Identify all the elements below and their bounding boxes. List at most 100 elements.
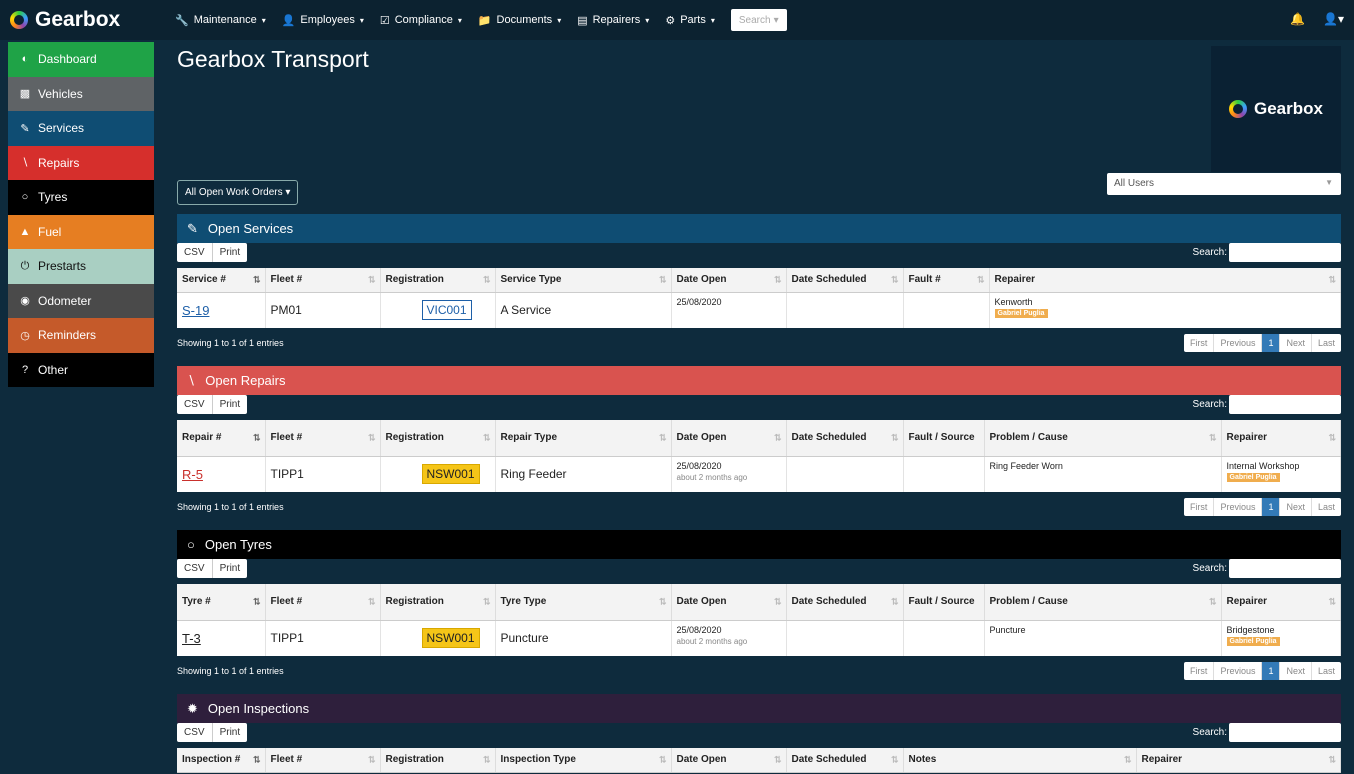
pager-page[interactable]: 1 — [1262, 334, 1281, 352]
pager-previous[interactable]: Previous — [1214, 334, 1263, 352]
column-header[interactable]: Fleet # ⇅ — [265, 584, 381, 621]
pager-last[interactable]: Last — [1312, 498, 1341, 516]
table-toolbar: CSV Print Search: — [177, 559, 1341, 581]
search-input[interactable] — [1229, 559, 1341, 578]
question-icon: ? — [21, 363, 29, 376]
column-header[interactable]: Fleet # ⇅ — [265, 420, 381, 457]
print-button[interactable]: Print — [213, 395, 248, 414]
pager-page[interactable]: 1 — [1262, 498, 1281, 516]
print-button[interactable]: Print — [213, 559, 248, 578]
sidebar-item-reminders[interactable]: ◷ Reminders — [8, 318, 154, 353]
search-input[interactable] — [1229, 723, 1341, 742]
nav-employees[interactable]: 👤 Employees ▾ — [282, 14, 364, 27]
column-header[interactable]: Service # ⇅ — [177, 268, 266, 293]
column-header[interactable]: Date Open ⇅ — [671, 420, 787, 457]
nav-compliance[interactable]: ☑ Compliance ▾ — [380, 14, 462, 27]
column-header[interactable]: Fleet # ⇅ — [265, 748, 381, 773]
column-header[interactable]: Inspection # ⇅ — [177, 748, 266, 773]
nav-repairers[interactable]: ▤ Repairers ▾ — [577, 14, 649, 27]
search-input[interactable] — [1229, 395, 1341, 414]
screwdriver-icon: ∖ — [187, 372, 196, 388]
column-header[interactable]: Repairer ⇅ — [989, 268, 1341, 293]
sidebar-item-repairs[interactable]: ∖ Repairs — [8, 145, 154, 180]
column-header[interactable]: Date Scheduled ⇅ — [786, 584, 904, 621]
column-header[interactable]: Fault / Source — [903, 420, 985, 457]
sidebar-item-fuel[interactable]: ▲ Fuel — [8, 214, 154, 249]
column-header[interactable]: Fault / Source — [903, 584, 985, 621]
pager-page[interactable]: 1 — [1262, 662, 1281, 680]
dashboard-icon: ◉ — [20, 295, 30, 308]
brand[interactable]: Gearbox — [0, 8, 155, 32]
nav-parts[interactable]: ⚙ Parts ▾ — [665, 14, 715, 27]
pager-next[interactable]: Next — [1280, 662, 1312, 680]
column-header[interactable]: Repairer ⇅ — [1136, 748, 1341, 773]
sidebar-item-services[interactable]: ✎ Services — [8, 111, 154, 146]
csv-button[interactable]: CSV — [177, 723, 213, 742]
column-header[interactable]: Service Type ⇅ — [495, 268, 672, 293]
csv-button[interactable]: CSV — [177, 559, 213, 578]
folder-icon: 📁 — [477, 14, 492, 27]
pager-last[interactable]: Last — [1312, 334, 1341, 352]
column-header[interactable]: Registration ⇅ — [380, 748, 496, 773]
nav-search-dropdown[interactable]: Search ▾ — [730, 9, 787, 31]
column-header[interactable]: Repair Type ⇅ — [495, 420, 672, 457]
sidebar-item-dashboard[interactable]: ◐ Dashboard — [8, 42, 154, 77]
search-label: Search: — [1192, 727, 1227, 738]
column-header[interactable]: Date Open ⇅ — [671, 268, 787, 293]
column-header[interactable]: Tyre Type ⇅ — [495, 584, 672, 621]
column-header[interactable]: Date Scheduled ⇅ — [786, 748, 904, 773]
sidebar-item-odometer[interactable]: ◉ Odometer — [8, 283, 154, 318]
column-header[interactable]: Date Open ⇅ — [671, 584, 787, 621]
column-header[interactable]: Problem / Cause ⇅ — [984, 584, 1222, 621]
inspections-table: Inspection # ⇅ Fleet # ⇅ Registration ⇅ Ins… — [177, 748, 1341, 773]
service-link[interactable]: S-19 — [182, 303, 209, 318]
pager-first[interactable]: First — [1184, 498, 1215, 516]
pager-first[interactable]: First — [1184, 662, 1215, 680]
sidebar-item-prestarts[interactable]: ⏻ Prestarts — [8, 249, 154, 284]
caret-down-icon: ▾ — [261, 15, 266, 25]
users-select[interactable]: All Users ▼ — [1107, 173, 1341, 195]
column-header[interactable]: Date Scheduled ⇅ — [786, 268, 904, 293]
nav-maintenance[interactable]: 🔧 Maintenance ▾ — [175, 14, 266, 27]
bell-icon[interactable]: 🔔 — [1290, 12, 1305, 26]
nav-documents[interactable]: 📁 Documents ▾ — [478, 14, 561, 27]
column-header[interactable]: Registration ⇅ — [380, 420, 496, 457]
panel-header: ✎ Open Services — [177, 214, 1341, 243]
column-header[interactable]: Registration ⇅ — [380, 584, 496, 621]
registration-tag[interactable]: NSW001 — [421, 464, 480, 485]
pager-next[interactable]: Next — [1280, 334, 1312, 352]
csv-button[interactable]: CSV — [177, 243, 213, 262]
registration-tag[interactable]: VIC001 — [421, 300, 472, 321]
pager-next[interactable]: Next — [1280, 498, 1312, 516]
column-header[interactable]: Repairer ⇅ — [1221, 420, 1341, 457]
column-header[interactable]: Date Open ⇅ — [671, 748, 787, 773]
pager-last[interactable]: Last — [1312, 662, 1341, 680]
csv-button[interactable]: CSV — [177, 395, 213, 414]
pager-previous[interactable]: Previous — [1214, 662, 1263, 680]
sidebar-item-tyres[interactable]: ○ Tyres — [8, 180, 154, 215]
person-badge: Gabriel Puglia — [1226, 472, 1280, 482]
column-header[interactable]: Notes ⇅ — [903, 748, 1137, 773]
column-header[interactable]: Problem / Cause ⇅ — [984, 420, 1222, 457]
column-header[interactable]: Fault # ⇅ — [903, 268, 990, 293]
column-header[interactable]: Inspection Type ⇅ — [495, 748, 672, 773]
registration-tag[interactable]: NSW001 — [421, 628, 480, 649]
pager-previous[interactable]: Previous — [1214, 498, 1263, 516]
column-header[interactable]: Fleet # ⇅ — [265, 268, 381, 293]
user-menu-icon[interactable]: 👤▾ — [1323, 12, 1344, 26]
tyre-link[interactable]: T-3 — [182, 631, 201, 646]
print-button[interactable]: Print — [213, 723, 248, 742]
sidebar-item-other[interactable]: ? Other — [8, 352, 154, 387]
sidebar-item-vehicles[interactable]: ▩ Vehicles — [8, 76, 154, 111]
column-header[interactable]: Repair # ⇅ — [177, 420, 266, 457]
column-header[interactable]: Repairer ⇅ — [1221, 584, 1341, 621]
column-header[interactable]: Date Scheduled ⇅ — [786, 420, 904, 457]
work-orders-dropdown[interactable]: All Open Work Orders ▾ — [177, 180, 299, 205]
print-button[interactable]: Print — [213, 243, 248, 262]
pager-first[interactable]: First — [1184, 334, 1215, 352]
column-header[interactable]: Registration ⇅ — [380, 268, 496, 293]
repair-link[interactable]: R-5 — [182, 467, 203, 482]
pagination: First Previous 1 Next Last — [1183, 498, 1341, 516]
search-input[interactable] — [1229, 243, 1341, 262]
column-header[interactable]: Tyre # ⇅ — [177, 584, 266, 621]
